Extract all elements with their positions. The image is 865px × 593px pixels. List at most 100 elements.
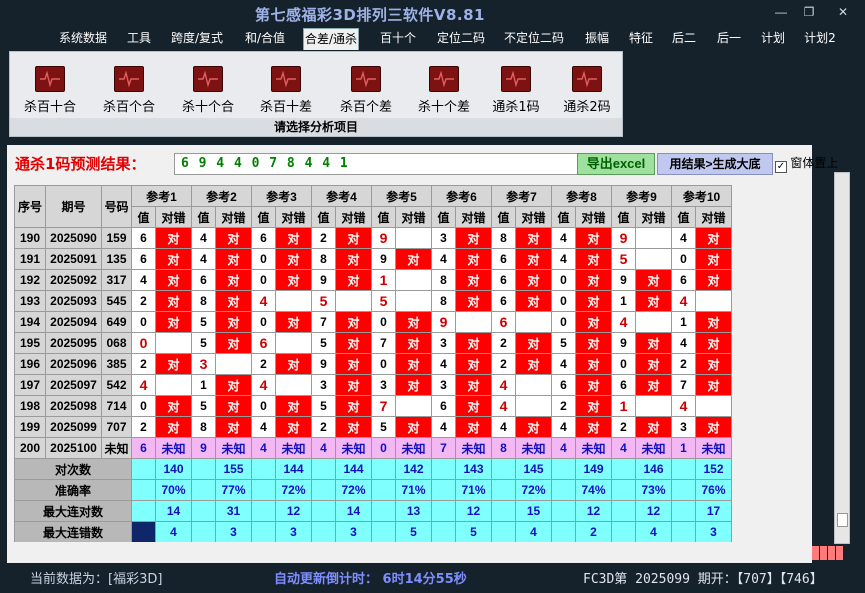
value-subheader: 值 bbox=[371, 206, 396, 228]
hit-cell: 对 bbox=[215, 332, 252, 354]
export-excel-button[interactable]: 导出excel bbox=[577, 153, 655, 175]
table-row[interactable]: 199 2025099 707 2 对 8 对 4 对 2 对 5 对 4 对 4 对 4 对 2 对 3 对 bbox=[14, 416, 732, 438]
hit-cell: 对 bbox=[395, 374, 432, 396]
stats-spacer-cell bbox=[611, 521, 636, 542]
prediction-value-field[interactable]: 6 9 4 4 0 7 8 4 4 1 bbox=[174, 153, 579, 175]
value-cell: 4 bbox=[191, 248, 216, 270]
value-cell: 4 bbox=[611, 311, 636, 333]
menu-item[interactable]: 系统数据 bbox=[57, 28, 109, 50]
stats-label: 最大连对数 bbox=[14, 500, 132, 522]
stats-spacer-cell bbox=[311, 458, 336, 480]
ribbon-button[interactable]: 杀十个差 bbox=[410, 66, 478, 115]
issue-cell: 2025097 bbox=[45, 374, 102, 396]
hit-cell: 对 bbox=[215, 248, 252, 270]
result-subheader: 对错 bbox=[155, 206, 192, 228]
value-cell: 4 bbox=[431, 248, 456, 270]
table-row[interactable]: 194 2025094 649 0 对 5 对 0 对 7 对 0 对 9 6 0 对 4 1 对 bbox=[14, 311, 732, 333]
vertical-scrollbar[interactable] bbox=[834, 172, 850, 544]
chart-icon bbox=[271, 66, 301, 92]
stats-spacer-cell bbox=[311, 521, 336, 542]
unknown-cell: 未知 bbox=[335, 437, 372, 459]
ribbon-button[interactable]: 杀百个差 bbox=[332, 66, 400, 115]
stats-row: 最大连错数 4 3 3 3 5 5 4 2 4 3 bbox=[14, 521, 732, 542]
menu-item[interactable]: 合差/通杀 bbox=[303, 28, 359, 50]
value-cell: 7 bbox=[371, 332, 396, 354]
menu-item[interactable]: 后二 bbox=[669, 28, 699, 50]
menu-item[interactable]: 计划2 bbox=[802, 28, 838, 50]
value-cell: 8 bbox=[191, 290, 216, 312]
hit-cell: 对 bbox=[695, 332, 732, 354]
hit-cell: 对 bbox=[335, 374, 372, 396]
menu-item[interactable]: 和/合值 bbox=[242, 28, 288, 50]
maximize-button[interactable]: ❐ bbox=[798, 4, 820, 20]
hit-cell: 对 bbox=[515, 227, 552, 249]
hit-cell: 对 bbox=[575, 311, 612, 333]
hit-cell: 对 bbox=[155, 416, 192, 438]
table-row[interactable]: 192 2025092 317 4 对 6 对 0 对 9 对 1 8 对 6 对 0 对 9 对 6 对 bbox=[14, 269, 732, 291]
menu-item[interactable]: 计划 bbox=[758, 28, 788, 50]
checkbox-check-icon[interactable]: ✓ bbox=[775, 161, 787, 173]
table-row[interactable]: 196 2025096 385 2 对 3 2 对 9 对 0 对 4 对 2 对 4 对 0 对 2 对 bbox=[14, 353, 732, 375]
value-cell: 1 bbox=[671, 311, 696, 333]
ribbon-button[interactable]: 通杀1码 bbox=[482, 66, 550, 115]
topmost-label: 窗体置上 bbox=[790, 156, 839, 170]
topmost-checkbox[interactable]: ✓ 窗体置上 bbox=[775, 154, 838, 173]
stats-value: 4 bbox=[635, 521, 672, 542]
stats-spacer-cell bbox=[611, 500, 636, 522]
number-cell: 159 bbox=[101, 227, 132, 249]
ribbon-button[interactable]: 杀百个合 bbox=[95, 66, 163, 115]
value-cell: 6 bbox=[551, 374, 576, 396]
ribbon-button[interactable]: 杀十个合 bbox=[174, 66, 242, 115]
value-cell: 3 bbox=[311, 374, 336, 396]
miss-cell bbox=[395, 227, 432, 249]
close-button[interactable]: ✕ bbox=[832, 4, 854, 20]
value-cell: 8 bbox=[191, 416, 216, 438]
ribbon-panel: 杀百十合 杀百个合 杀十个合 杀百十差 杀百个差 杀十个差 通杀1码 通杀2码 请选择分析项目 bbox=[9, 51, 623, 137]
value-subheader: 值 bbox=[611, 206, 636, 228]
generate-base-button[interactable]: 用结果>生成大底 bbox=[657, 153, 773, 175]
hit-cell: 对 bbox=[275, 248, 312, 270]
menu-item[interactable]: 定位二码 bbox=[434, 28, 488, 50]
miss-cell bbox=[635, 395, 672, 417]
stats-spacer-cell bbox=[551, 500, 576, 522]
minimize-button[interactable]: — bbox=[770, 4, 792, 20]
number-cell: 未知 bbox=[101, 437, 132, 459]
seq-cell: 198 bbox=[14, 395, 46, 417]
stats-value: 143 bbox=[455, 458, 492, 480]
menu-item[interactable]: 后一 bbox=[714, 28, 744, 50]
value-cell: 4 bbox=[491, 395, 516, 417]
menu-item[interactable]: 振幅 bbox=[582, 28, 612, 50]
menu-item[interactable]: 跨度/复式 bbox=[168, 28, 226, 50]
hit-cell: 对 bbox=[515, 290, 552, 312]
issue-cell: 2025096 bbox=[45, 353, 102, 375]
value-cell: 5 bbox=[311, 332, 336, 354]
hit-cell: 对 bbox=[635, 353, 672, 375]
table-row[interactable]: 195 2025095 068 0 5 对 6 5 对 7 对 3 对 2 对 5 对 9 对 4 对 bbox=[14, 332, 732, 354]
value-cell: 4 bbox=[551, 416, 576, 438]
chart-icon bbox=[501, 66, 531, 92]
ribbon-button[interactable]: 杀百十差 bbox=[252, 66, 320, 115]
table-row-pending[interactable]: 200 2025100 未知 6 未知 9 未知 4 未知 4 未知 0 未知 7 未知 8 未知 4 未知 4 未知 1… bbox=[14, 437, 732, 459]
status-countdown: 自动更新倒计时： 6时14分55秒 bbox=[274, 572, 467, 587]
hit-cell: 对 bbox=[515, 248, 552, 270]
scrollbar-thumb[interactable] bbox=[837, 513, 848, 527]
table-row[interactable]: 191 2025091 135 6 对 4 对 0 对 8 对 9 对 4 对 6 对 4 对 5 0 对 bbox=[14, 248, 732, 270]
menu-item[interactable]: 不定位二码 bbox=[502, 28, 566, 50]
stats-value: 142 bbox=[395, 458, 432, 480]
table-row[interactable]: 193 2025093 545 2 对 8 对 4 5 5 8 对 6 对 0 对 1 对 4 bbox=[14, 290, 732, 312]
ribbon-button[interactable]: 杀百十合 bbox=[16, 66, 84, 115]
stats-spacer-cell bbox=[251, 500, 276, 522]
table-row[interactable]: 190 2025090 159 6 对 4 对 6 对 2 对 9 3 对 8 对 4 对 9 4 对 bbox=[14, 227, 732, 249]
value-cell: 6 bbox=[491, 290, 516, 312]
stats-value: 140 bbox=[155, 458, 192, 480]
table-row[interactable]: 197 2025097 542 4 1 对 4 3 对 3 对 3 对 4 6 对 6 对 7 对 bbox=[14, 374, 732, 396]
number-cell: 317 bbox=[101, 269, 132, 291]
menu-item[interactable]: 百十个 bbox=[378, 28, 418, 50]
table-row[interactable]: 198 2025098 714 0 对 5 对 0 对 5 对 7 6 对 4 2 对 1 4 bbox=[14, 395, 732, 417]
stats-spacer-cell bbox=[551, 521, 576, 542]
miss-cell bbox=[635, 311, 672, 333]
value-cell: 1 bbox=[371, 269, 396, 291]
menu-item[interactable]: 特征 bbox=[626, 28, 656, 50]
ribbon-button[interactable]: 通杀2码 bbox=[553, 66, 621, 115]
menu-item[interactable]: 工具 bbox=[124, 28, 154, 50]
